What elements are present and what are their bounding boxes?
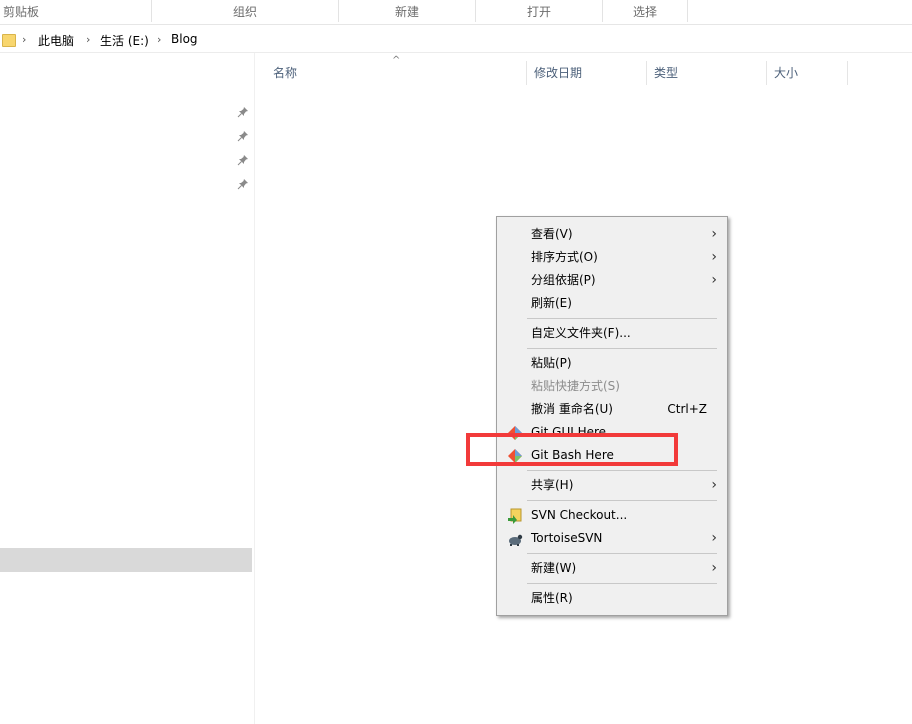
menu-item-sort[interactable]: 排序方式(O) › bbox=[497, 246, 727, 269]
column-divider[interactable] bbox=[646, 61, 647, 85]
column-divider[interactable] bbox=[766, 61, 767, 85]
menu-item-tortoise-svn[interactable]: TortoiseSVN › bbox=[497, 527, 727, 550]
menu-item-label: 属性(R) bbox=[531, 591, 573, 605]
chevron-right-icon[interactable]: › bbox=[86, 33, 90, 46]
menu-item-label: 粘贴快捷方式(S) bbox=[531, 379, 620, 393]
tortoise-svn-icon bbox=[507, 531, 523, 547]
menu-item-paste[interactable]: 粘贴(P) bbox=[497, 352, 727, 375]
navigation-pane[interactable] bbox=[0, 53, 255, 724]
ribbon-divider bbox=[687, 0, 688, 22]
menu-item-label: SVN Checkout... bbox=[531, 508, 628, 522]
menu-separator bbox=[527, 318, 717, 319]
breadcrumb-blog[interactable]: Blog bbox=[171, 32, 198, 46]
menu-item-properties[interactable]: 属性(R) bbox=[497, 587, 727, 610]
column-header-name[interactable]: 名称 bbox=[273, 60, 523, 86]
menu-item-label: 共享(H) bbox=[531, 478, 574, 492]
menu-item-label: 自定义文件夹(F)... bbox=[531, 326, 631, 340]
chevron-right-icon: › bbox=[711, 249, 717, 265]
ribbon-group-labels: 剪贴板 组织 新建 打开 选择 bbox=[0, 0, 912, 25]
chevron-right-icon: › bbox=[711, 272, 717, 288]
menu-item-customize-folder[interactable]: 自定义文件夹(F)... bbox=[497, 322, 727, 345]
menu-item-label: 刷新(E) bbox=[531, 296, 572, 310]
menu-separator bbox=[527, 583, 717, 584]
chevron-right-icon: › bbox=[711, 560, 717, 576]
column-divider[interactable] bbox=[847, 61, 848, 85]
menu-item-label: 粘贴(P) bbox=[531, 356, 572, 370]
ribbon-group-select: 选择 bbox=[632, 5, 657, 19]
menu-item-undo-rename[interactable]: 撤消 重命名(U) Ctrl+Z bbox=[497, 398, 727, 421]
menu-item-label: 排序方式(O) bbox=[531, 250, 598, 264]
column-divider[interactable] bbox=[526, 61, 527, 85]
pin-icon[interactable] bbox=[237, 130, 249, 142]
menu-item-label: 新建(W) bbox=[531, 561, 577, 575]
pin-icon[interactable] bbox=[237, 154, 249, 166]
column-header-date-modified[interactable]: 修改日期 bbox=[534, 60, 644, 86]
nav-selected-item[interactable] bbox=[0, 548, 252, 572]
menu-item-group-by[interactable]: 分组依据(P) › bbox=[497, 269, 727, 292]
menu-item-label: TortoiseSVN bbox=[531, 531, 603, 545]
menu-item-shortcut: Ctrl+Z bbox=[667, 402, 707, 416]
ribbon-group-new: 新建 bbox=[394, 5, 419, 19]
menu-separator bbox=[527, 500, 717, 501]
pin-icon[interactable] bbox=[237, 106, 249, 118]
ribbon-group-clipboard: 剪贴板 bbox=[3, 5, 40, 19]
menu-separator bbox=[527, 470, 717, 471]
address-bar[interactable]: › 此电脑 › 生活 (E:) › Blog bbox=[0, 30, 912, 53]
menu-item-refresh[interactable]: 刷新(E) bbox=[497, 292, 727, 315]
breadcrumb-drive-e[interactable]: 生活 (E:) bbox=[100, 32, 149, 49]
folder-icon bbox=[2, 34, 16, 47]
pin-icon[interactable] bbox=[237, 178, 249, 190]
menu-item-label: 查看(V) bbox=[531, 227, 573, 241]
menu-item-new[interactable]: 新建(W) › bbox=[497, 557, 727, 580]
menu-item-view[interactable]: 查看(V) › bbox=[497, 223, 727, 246]
highlight-annotation bbox=[466, 433, 678, 466]
menu-separator bbox=[527, 348, 717, 349]
chevron-right-icon[interactable]: › bbox=[157, 33, 161, 46]
ribbon-group-organize: 组织 bbox=[232, 5, 257, 19]
menu-item-label: 分组依据(P) bbox=[531, 273, 596, 287]
svn-checkout-icon bbox=[507, 508, 523, 524]
menu-item-paste-shortcut[interactable]: 粘贴快捷方式(S) bbox=[497, 375, 727, 398]
chevron-right-icon[interactable]: › bbox=[22, 33, 26, 46]
breadcrumb-this-pc[interactable]: 此电脑 bbox=[38, 32, 74, 49]
menu-item-share[interactable]: 共享(H) › bbox=[497, 474, 727, 497]
chevron-right-icon: › bbox=[711, 226, 717, 242]
ribbon-group-open: 打开 bbox=[526, 5, 551, 19]
chevron-right-icon: › bbox=[711, 477, 717, 493]
context-menu: 查看(V) › 排序方式(O) › 分组依据(P) › 刷新(E) 自定义文件夹… bbox=[496, 216, 728, 616]
column-header-size[interactable]: 大小 bbox=[774, 60, 844, 86]
chevron-right-icon: › bbox=[711, 530, 717, 546]
menu-item-label: 撤消 重命名(U) bbox=[531, 402, 613, 416]
column-header-type[interactable]: 类型 bbox=[654, 60, 764, 86]
menu-item-svn-checkout[interactable]: SVN Checkout... bbox=[497, 504, 727, 527]
menu-separator bbox=[527, 553, 717, 554]
